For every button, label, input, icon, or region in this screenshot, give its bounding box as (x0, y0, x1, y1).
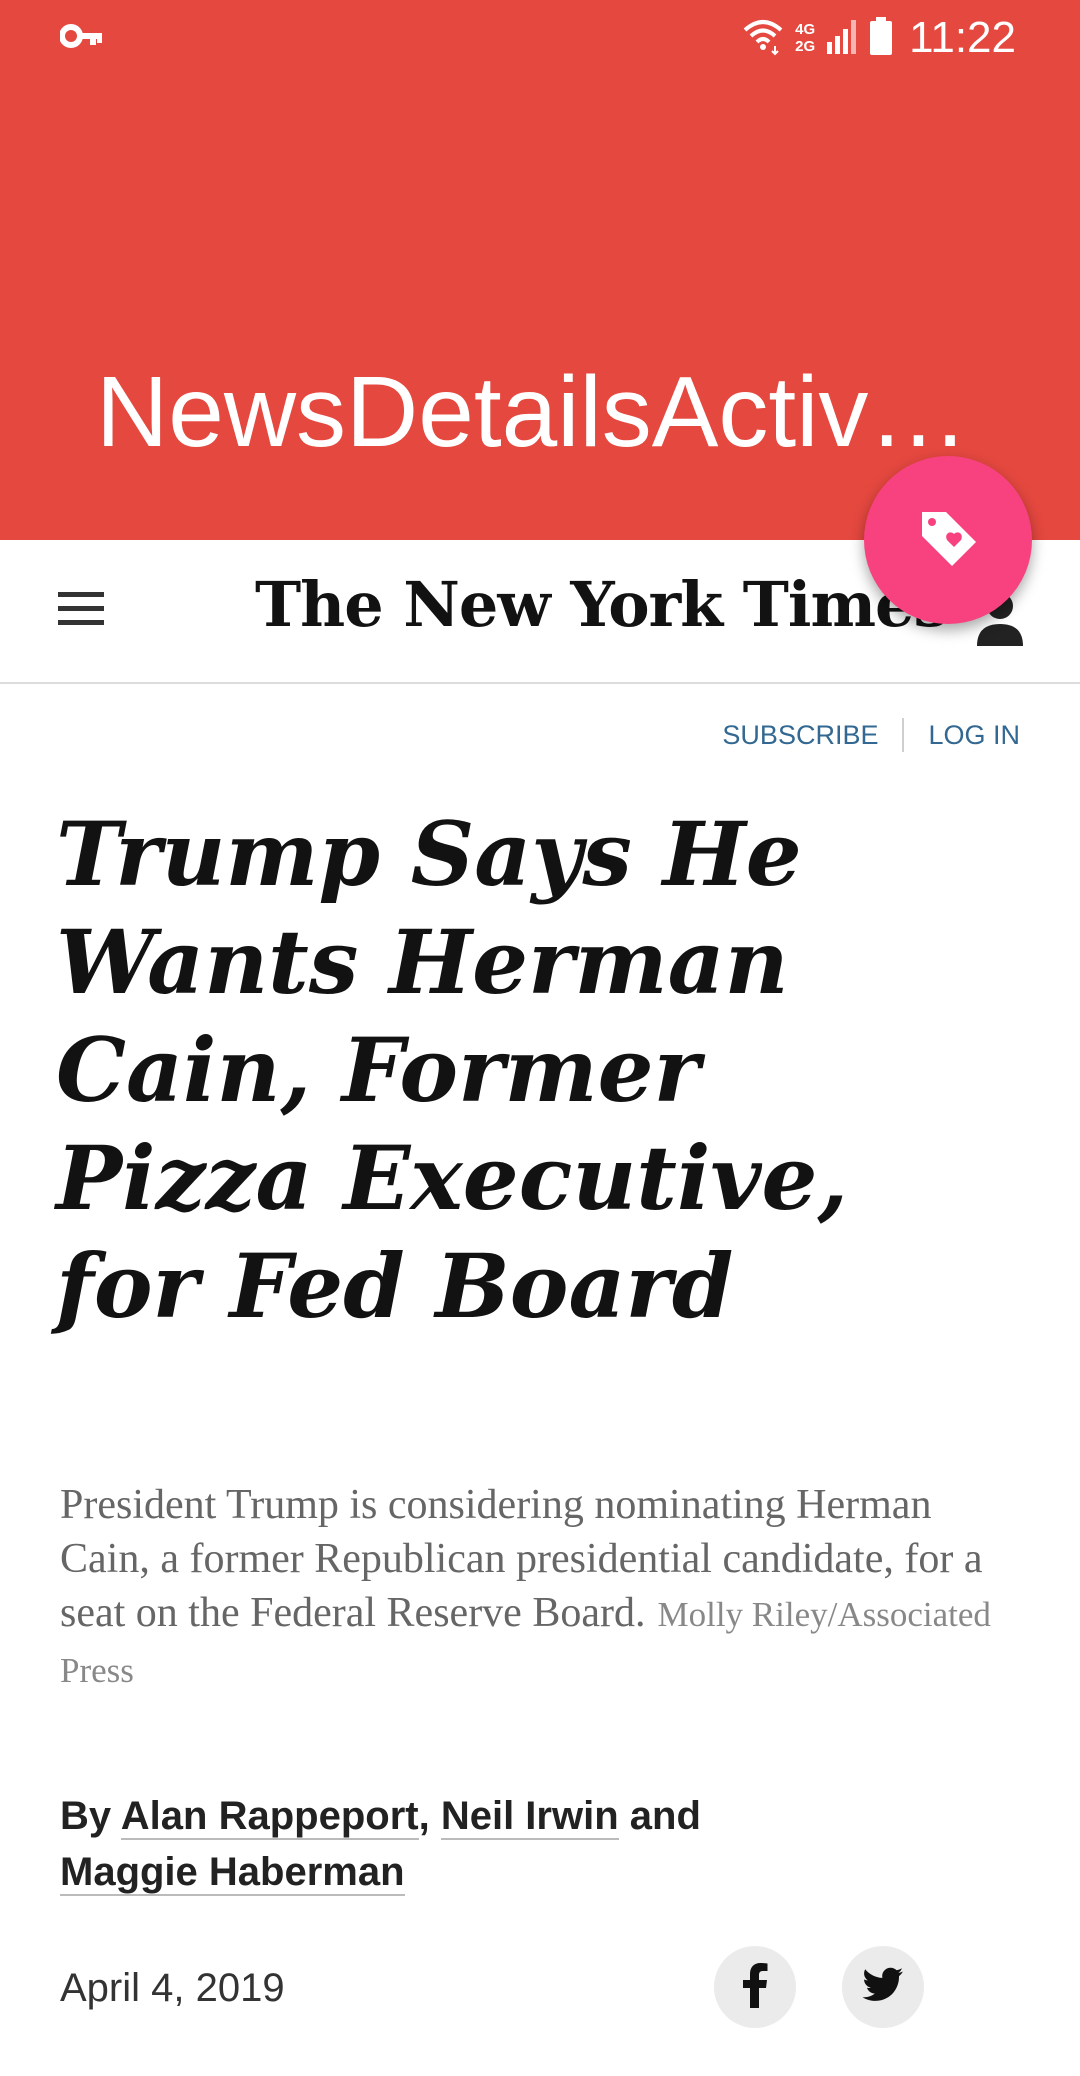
tag-heart-icon (916, 506, 980, 575)
battery-icon (869, 16, 893, 61)
share-twitter-button[interactable] (842, 1946, 924, 2028)
network-bottom-label: 2G (795, 38, 816, 55)
nyt-logo[interactable]: The New York Times (255, 568, 948, 641)
twitter-icon (862, 1967, 904, 2008)
app-title: NewsDetailsActiv… (96, 356, 969, 468)
vpn-key-icon (59, 18, 104, 54)
status-bar-right: 4G 2G 11:22 (741, 10, 1016, 66)
status-time: 11:22 (909, 13, 1016, 62)
article-headline: Trump Says He Wants Herman Cain, Former … (56, 802, 849, 1338)
app-bar: 4G 2G 11:22 NewsDetailsActiv… (0, 0, 1080, 540)
wifi-icon (741, 16, 785, 61)
publish-date: April 4, 2019 (60, 1966, 285, 2010)
byline-conjunction: and (629, 1794, 701, 1838)
author-link-1[interactable]: Alan Rappeport (120, 1794, 419, 1840)
login-link[interactable]: LOG IN (928, 720, 1020, 751)
fab-button[interactable] (864, 456, 1032, 624)
network-type-label: 4G 2G (795, 21, 815, 55)
author-link-3[interactable]: Maggie Haberman (60, 1850, 405, 1896)
auth-divider (902, 718, 905, 752)
image-caption: President Trump is considering nominatin… (60, 1478, 1030, 1698)
network-top-label: 4G (795, 21, 816, 38)
subscribe-link[interactable]: SUBSCRIBE (722, 720, 878, 751)
facebook-icon (740, 1962, 770, 2013)
byline-prefix: By (60, 1794, 112, 1838)
hamburger-menu-icon[interactable] (58, 592, 104, 628)
author-link-2[interactable]: Neil Irwin (440, 1794, 619, 1840)
signal-icon (825, 16, 859, 61)
article-byline: By Alan Rappeport, Neil Irwin and Maggie … (60, 1788, 880, 1900)
auth-links: SUBSCRIBE LOG IN (722, 718, 1020, 752)
share-facebook-button[interactable] (714, 1946, 796, 2028)
byline-separator: , (418, 1794, 430, 1838)
